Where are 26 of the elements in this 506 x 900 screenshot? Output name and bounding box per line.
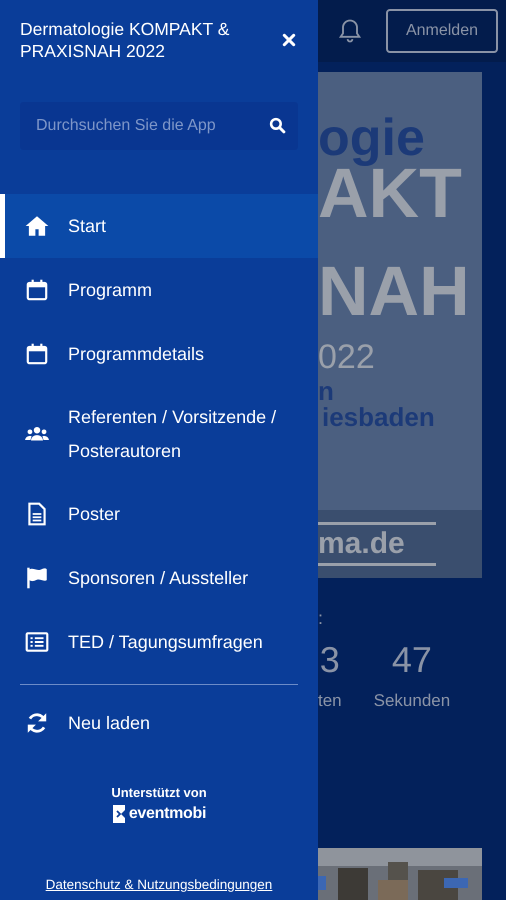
powered-by-text: Unterstützt von <box>111 785 207 800</box>
countdown-unit: Sekunden <box>374 691 450 711</box>
menu-item[interactable]: Start <box>0 194 318 258</box>
menu-item[interactable]: Neu laden <box>0 691 318 755</box>
menu-item[interactable]: Referenten / Vorsitzende / Posterautoren <box>0 386 318 482</box>
eventmobi-logo: eventmobi <box>112 804 206 824</box>
menu-item[interactable]: Programmdetails <box>0 322 318 386</box>
banner-text: NAH <box>318 256 470 326</box>
search-field[interactable]: Durchsuchen Sie die App <box>20 102 298 150</box>
countdown-label: : <box>318 608 324 629</box>
menu-item[interactable]: Sponsoren / Aussteller <box>0 546 318 610</box>
privacy-link[interactable]: Datenschutz & Nutzungsbedingungen <box>46 877 272 892</box>
search-icon[interactable] <box>269 117 286 134</box>
login-button[interactable]: Anmelden <box>386 9 498 53</box>
menu-item[interactable]: Programm <box>0 258 318 322</box>
banner-text: AKT <box>318 158 462 228</box>
menu-item[interactable]: Poster <box>0 482 318 546</box>
countdown-unit: ten <box>318 691 342 711</box>
countdown-value: 47 <box>392 639 432 681</box>
drawer-title: Dermatologie KOMPAKT & PRAXISNAH 2022 <box>20 18 230 62</box>
menu-item[interactable]: TED / Tagungsumfragen <box>0 610 318 674</box>
close-icon[interactable] <box>282 33 296 47</box>
calendar-icon <box>24 341 50 367</box>
calendar-icon <box>24 277 50 303</box>
countdown-value: 3 <box>320 639 340 681</box>
banner-text: 022 <box>318 340 375 374</box>
